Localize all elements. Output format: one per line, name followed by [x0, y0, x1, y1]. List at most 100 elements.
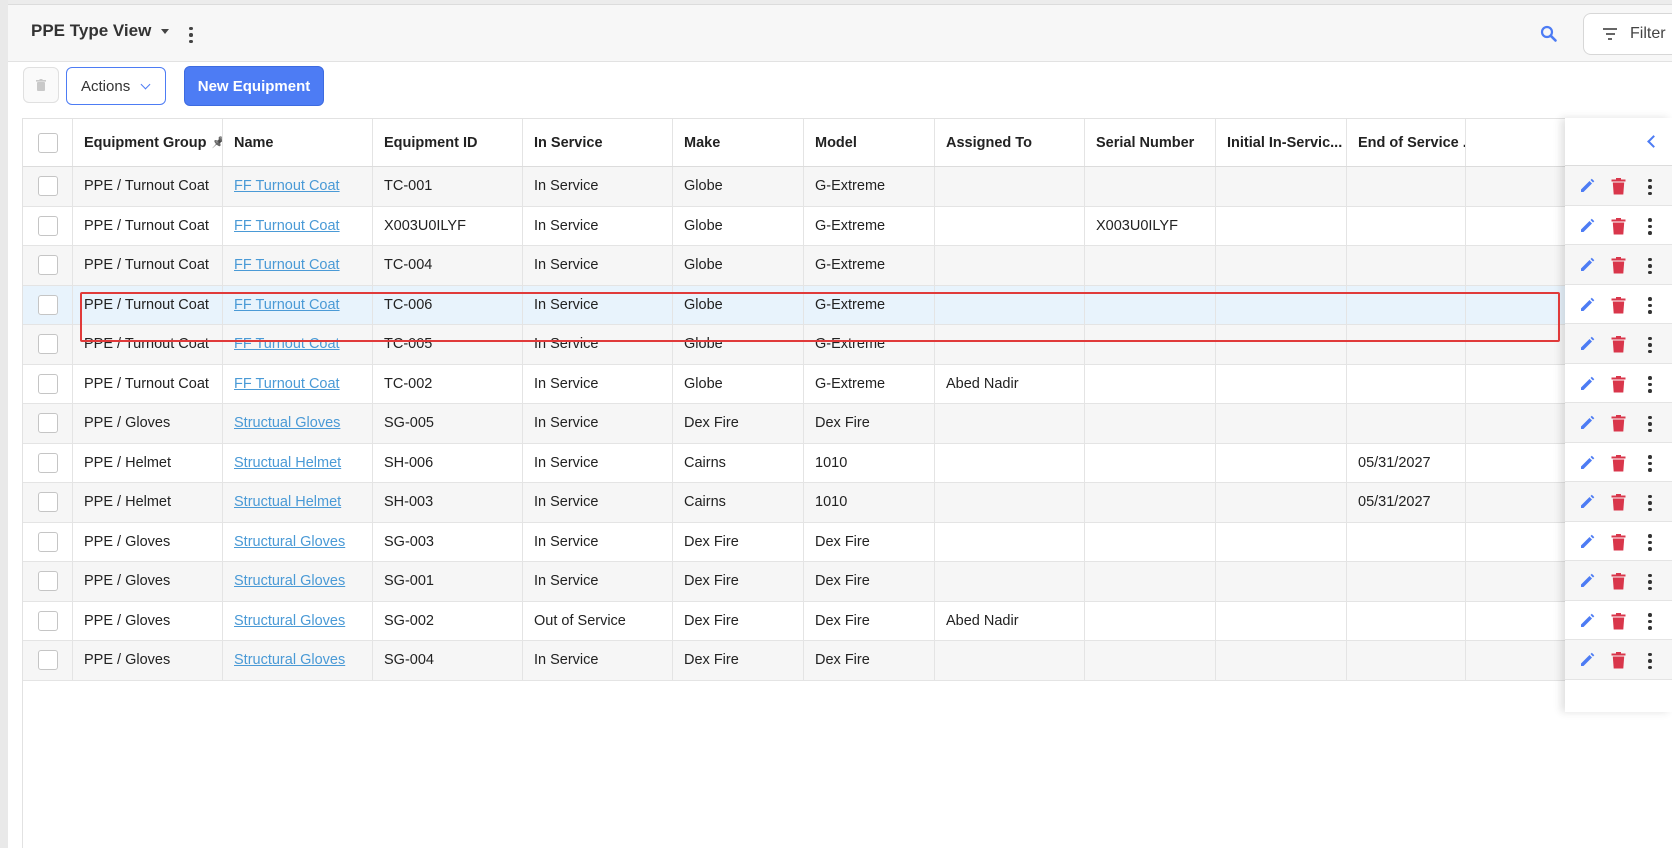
- delete-icon[interactable]: [1611, 612, 1626, 630]
- row-checkbox[interactable]: [37, 215, 58, 236]
- col-initial-in-service-header[interactable]: Initial In-Servic...: [1216, 119, 1347, 166]
- equipment-name-link[interactable]: FF Turnout Coat: [234, 178, 340, 194]
- delete-icon[interactable]: [1611, 454, 1626, 472]
- delete-icon[interactable]: [1611, 415, 1626, 432]
- row-checkbox[interactable]: [37, 255, 58, 276]
- col-end-of-service-header[interactable]: End of Service ...: [1347, 119, 1466, 166]
- equipment-name-link[interactable]: Structural Gloves: [234, 573, 345, 589]
- more-options-icon[interactable]: [1643, 296, 1657, 316]
- delete-icon[interactable]: [1611, 296, 1626, 314]
- delete-icon[interactable]: [1611, 178, 1626, 195]
- search-icon[interactable]: [1539, 24, 1559, 44]
- delete-icon[interactable]: [1611, 652, 1626, 669]
- table-row[interactable]: PPE / Gloves Structural Gloves SG-001 In Se…: [23, 562, 1565, 602]
- more-options-icon[interactable]: [1643, 493, 1657, 513]
- more-options-icon[interactable]: [1643, 217, 1657, 237]
- row-checkbox[interactable]: [37, 531, 58, 552]
- col-model-header[interactable]: Model: [804, 119, 935, 166]
- more-options-icon[interactable]: [1643, 612, 1657, 632]
- col-equipment-id-header[interactable]: Equipment ID: [373, 119, 523, 166]
- col-name-header[interactable]: Name: [223, 119, 373, 166]
- view-selector[interactable]: PPE Type View: [31, 21, 170, 41]
- equipment-name-link[interactable]: FF Turnout Coat: [234, 257, 340, 273]
- more-options-icon[interactable]: [1643, 256, 1657, 276]
- table-row[interactable]: PPE / Gloves Structural Gloves SG-004 In Se…: [23, 641, 1565, 681]
- table-row[interactable]: PPE / Helmet Structual Helmet SH-006 In Ser…: [23, 443, 1565, 483]
- edit-icon[interactable]: [1579, 494, 1595, 510]
- more-options-icon[interactable]: [1643, 177, 1657, 197]
- equipment-name-link[interactable]: Structural Gloves: [234, 613, 345, 629]
- table-row[interactable]: PPE / Turnout Coat FF Turnout Coat X003U0I…: [23, 206, 1565, 246]
- table-row[interactable]: PPE / Turnout Coat FF Turnout Coat TC-005 I…: [23, 325, 1565, 365]
- table-row[interactable]: PPE / Turnout Coat FF Turnout Coat TC-006 I…: [23, 285, 1565, 325]
- edit-icon[interactable]: [1579, 455, 1595, 471]
- row-checkbox[interactable]: [37, 452, 58, 473]
- delete-icon[interactable]: [1611, 257, 1626, 274]
- row-checkbox[interactable]: [37, 373, 58, 394]
- more-options-icon[interactable]: [1643, 414, 1657, 434]
- filter-button[interactable]: Filter: [1583, 13, 1672, 55]
- equipment-name-link[interactable]: Structural Gloves: [234, 534, 345, 550]
- row-checkbox[interactable]: [37, 571, 58, 592]
- equipment-name-link[interactable]: Structual Helmet: [234, 455, 341, 471]
- col-make-value: Globe: [684, 178, 723, 195]
- row-checkbox[interactable]: [37, 413, 58, 434]
- more-options-icon[interactable]: [1643, 454, 1657, 474]
- actions-dropdown[interactable]: Actions: [66, 67, 166, 105]
- row-checkbox[interactable]: [37, 610, 58, 631]
- more-options-icon[interactable]: [1643, 572, 1657, 592]
- edit-icon[interactable]: [1579, 376, 1595, 392]
- equipment-name-link[interactable]: FF Turnout Coat: [234, 336, 340, 352]
- more-options-icon[interactable]: [1643, 335, 1657, 355]
- delete-icon[interactable]: [1611, 573, 1626, 590]
- row-checkbox[interactable]: [37, 334, 58, 355]
- more-options-icon[interactable]: [1643, 651, 1657, 671]
- more-options-icon[interactable]: [1643, 533, 1657, 553]
- bulk-delete-button[interactable]: [23, 67, 59, 103]
- edit-icon[interactable]: [1579, 178, 1595, 194]
- delete-icon[interactable]: [1611, 375, 1626, 393]
- equipment-name-link[interactable]: Structual Helmet: [234, 494, 341, 510]
- col-equipment-group-header[interactable]: Equipment Group 📌: [73, 119, 223, 166]
- table-row[interactable]: PPE / Turnout Coat FF Turnout Coat TC-002 I…: [23, 364, 1565, 404]
- edit-icon[interactable]: [1579, 652, 1595, 668]
- delete-icon[interactable]: [1611, 217, 1626, 235]
- new-equipment-button[interactable]: New Equipment: [184, 66, 324, 106]
- edit-icon[interactable]: [1579, 257, 1595, 273]
- equipment-name-link[interactable]: Structual Gloves: [234, 415, 340, 431]
- col-equipment-group-value: PPE / Turnout Coat: [84, 217, 209, 234]
- more-options-icon[interactable]: [1643, 375, 1657, 395]
- col-make-header[interactable]: Make: [673, 119, 804, 166]
- edit-icon[interactable]: [1579, 218, 1595, 234]
- table-row[interactable]: PPE / Gloves Structual Gloves SG-005 In Ser…: [23, 404, 1565, 444]
- table-row[interactable]: PPE / Turnout Coat FF Turnout Coat TC-001 I…: [23, 167, 1565, 207]
- edit-icon[interactable]: [1579, 613, 1595, 629]
- row-checkbox[interactable]: [37, 294, 58, 315]
- table-row[interactable]: PPE / Gloves Structural Gloves SG-002 Out o…: [23, 601, 1565, 641]
- table-row[interactable]: PPE / Turnout Coat FF Turnout Coat TC-004 I…: [23, 246, 1565, 286]
- select-all-checkbox[interactable]: [37, 132, 58, 153]
- equipment-name-link[interactable]: FF Turnout Coat: [234, 218, 340, 234]
- col-assigned-to-header[interactable]: Assigned To: [935, 119, 1085, 166]
- delete-icon[interactable]: [1611, 336, 1626, 353]
- row-checkbox[interactable]: [37, 650, 58, 671]
- edit-icon[interactable]: [1579, 336, 1595, 352]
- col-in-service-header[interactable]: In Service: [523, 119, 673, 166]
- delete-icon[interactable]: [1611, 494, 1626, 511]
- row-checkbox[interactable]: [37, 176, 58, 197]
- pin-icon[interactable]: 📌: [211, 136, 222, 149]
- table-row[interactable]: PPE / Helmet Structual Helmet SH-003 In Ser…: [23, 483, 1565, 523]
- table-row[interactable]: PPE / Gloves Structural Gloves SG-003 In Se…: [23, 522, 1565, 562]
- edit-icon[interactable]: [1579, 573, 1595, 589]
- view-more-icon[interactable]: [184, 23, 198, 47]
- edit-icon[interactable]: [1579, 534, 1595, 550]
- edit-icon[interactable]: [1579, 415, 1595, 431]
- equipment-name-link[interactable]: Structural Gloves: [234, 652, 345, 668]
- collapse-chevron-icon[interactable]: [1647, 135, 1660, 148]
- col-serial-number-header[interactable]: Serial Number: [1085, 119, 1216, 166]
- equipment-name-link[interactable]: FF Turnout Coat: [234, 376, 340, 392]
- edit-icon[interactable]: [1579, 297, 1595, 313]
- row-checkbox[interactable]: [37, 492, 58, 513]
- equipment-name-link[interactable]: FF Turnout Coat: [234, 297, 340, 313]
- delete-icon[interactable]: [1611, 533, 1626, 551]
